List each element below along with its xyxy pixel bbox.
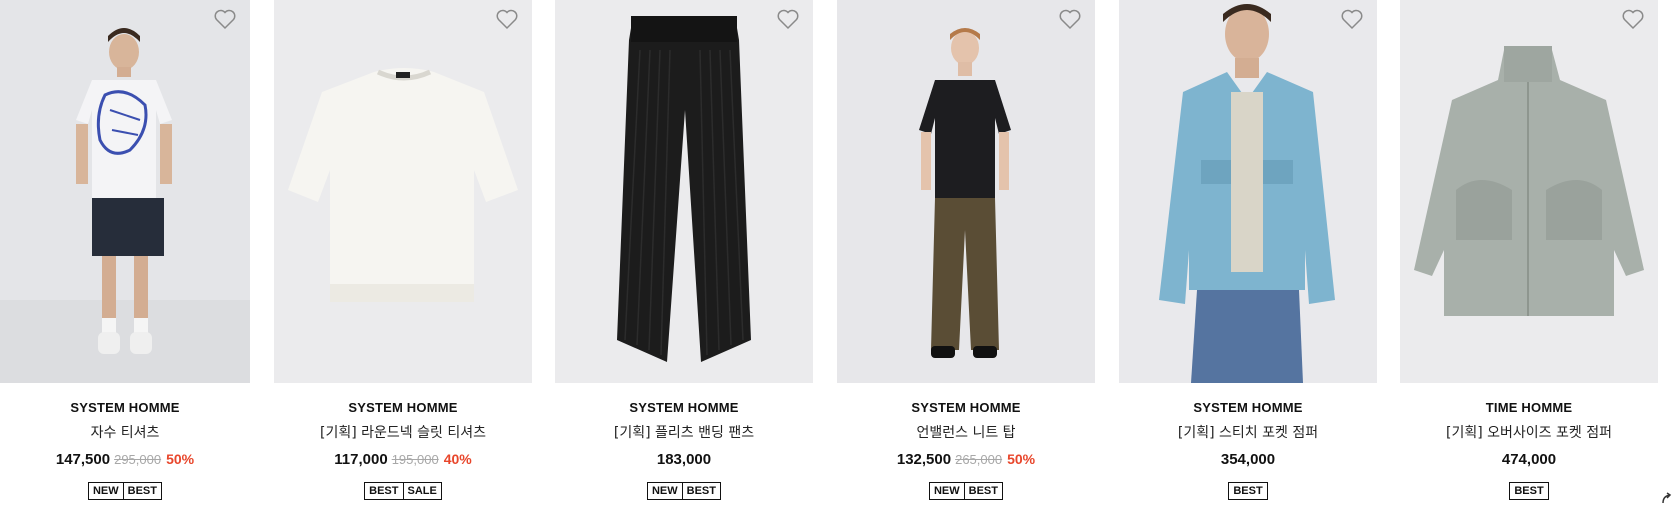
badge-best: BEST: [1514, 485, 1544, 497]
product-name[interactable]: [기획] 오버사이즈 포켓 점퍼: [1400, 422, 1658, 442]
price-row: 147,500 295,000 50%: [0, 451, 250, 468]
product-info: SYSTEM HOMME 언밸런스 니트 탑 132,500 265,000 50%…: [837, 383, 1095, 500]
product-photo: [837, 0, 1095, 383]
sale-price: 474,000: [1501, 451, 1557, 468]
product-card[interactable]: SYSTEM HOMME 언밸런스 니트 탑 132,500 265,000 50%…: [837, 0, 1095, 505]
product-info: SYSTEM HOMME [기획] 스티치 포켓 점퍼 354,000 BEST: [1119, 383, 1377, 500]
product-info: SYSTEM HOMME [기획] 라운드넥 슬릿 티셔츠 117,000 195…: [274, 383, 532, 500]
sale-price: 132,500: [896, 451, 952, 468]
badge-best: BEST: [369, 485, 399, 497]
badge-sale: SALE: [402, 483, 441, 499]
product-name[interactable]: 자수 티셔츠: [0, 422, 250, 442]
price-row: 117,000 195,000 40%: [274, 451, 532, 468]
product-brand[interactable]: SYSTEM HOMME: [1119, 400, 1377, 415]
badge-group: BEST: [1509, 482, 1549, 500]
price-row: 183,000: [555, 451, 813, 468]
discount-rate: 50%: [166, 451, 195, 467]
product-name[interactable]: [기획] 라운드넥 슬릿 티셔츠: [274, 422, 532, 442]
product-photo: [274, 0, 532, 383]
product-name[interactable]: 언밸런스 니트 탑: [837, 422, 1095, 442]
price-row: 354,000: [1119, 451, 1377, 468]
sale-price: 117,000: [334, 451, 388, 468]
badge-new: NEW: [933, 485, 960, 497]
badge-group: NEW BEST: [87, 482, 162, 500]
heart-outline-icon[interactable]: [1340, 8, 1364, 30]
product-image[interactable]: [1400, 0, 1658, 383]
product-image[interactable]: [0, 0, 250, 383]
product-brand[interactable]: SYSTEM HOMME: [274, 400, 532, 415]
price-row: 132,500 265,000 50%: [837, 451, 1095, 468]
sale-price: 183,000: [656, 451, 712, 468]
badge-new: NEW: [92, 485, 119, 497]
product-name[interactable]: [기획] 스티치 포켓 점퍼: [1119, 422, 1377, 442]
badge-best: BEST: [1233, 485, 1263, 497]
product-card[interactable]: SYSTEM HOMME [기획] 플리츠 밴딩 팬츠 183,000 NEW B…: [555, 0, 813, 505]
badge-new: NEW: [651, 485, 678, 497]
product-photo: [1119, 0, 1377, 383]
heart-outline-icon[interactable]: [495, 8, 519, 30]
product-info: SYSTEM HOMME [기획] 플리츠 밴딩 팬츠 183,000 NEW B…: [555, 383, 813, 500]
price-row: 474,000: [1400, 451, 1658, 468]
product-name[interactable]: [기획] 플리츠 밴딩 팬츠: [555, 422, 813, 442]
product-card[interactable]: SYSTEM HOMME [기획] 스티치 포켓 점퍼 354,000 BEST: [1119, 0, 1377, 505]
product-photo: [0, 0, 250, 383]
original-price: 265,000: [955, 452, 1003, 467]
badge-group: NEW BEST: [646, 482, 721, 500]
product-card[interactable]: SYSTEM HOMME [기획] 라운드넥 슬릿 티셔츠 117,000 195…: [274, 0, 532, 505]
original-price: 295,000: [114, 452, 162, 467]
product-image[interactable]: [1119, 0, 1377, 383]
discount-rate: 40%: [443, 451, 472, 467]
badge-best: BEST: [122, 483, 161, 499]
heart-outline-icon[interactable]: [213, 8, 237, 30]
product-photo: [555, 0, 813, 383]
scroll-top-icon[interactable]: [1660, 491, 1674, 505]
product-image[interactable]: [837, 0, 1095, 383]
product-card[interactable]: TIME HOMME [기획] 오버사이즈 포켓 점퍼 474,000 BEST: [1400, 0, 1658, 505]
product-card[interactable]: SYSTEM HOMME 자수 티셔츠 147,500 295,000 50% NE…: [0, 0, 258, 505]
badge-group: BEST: [1228, 482, 1268, 500]
product-brand[interactable]: SYSTEM HOMME: [0, 400, 250, 415]
product-image[interactable]: [274, 0, 532, 383]
product-info: SYSTEM HOMME 자수 티셔츠 147,500 295,000 50% NE…: [0, 383, 250, 500]
heart-outline-icon[interactable]: [776, 8, 800, 30]
product-image[interactable]: [555, 0, 813, 383]
product-photo: [1400, 0, 1658, 383]
badge-group: BEST SALE: [364, 482, 442, 500]
sale-price: 147,500: [55, 451, 111, 468]
discount-rate: 50%: [1007, 451, 1036, 467]
heart-outline-icon[interactable]: [1058, 8, 1082, 30]
badge-best: BEST: [963, 483, 1002, 499]
product-brand[interactable]: SYSTEM HOMME: [555, 400, 813, 415]
product-brand[interactable]: TIME HOMME: [1400, 400, 1658, 415]
heart-outline-icon[interactable]: [1621, 8, 1645, 30]
badge-group: NEW BEST: [928, 482, 1003, 500]
badge-best: BEST: [681, 483, 720, 499]
sale-price: 354,000: [1220, 451, 1276, 468]
original-price: 195,000: [391, 452, 439, 467]
product-info: TIME HOMME [기획] 오버사이즈 포켓 점퍼 474,000 BEST: [1400, 383, 1658, 500]
product-brand[interactable]: SYSTEM HOMME: [837, 400, 1095, 415]
